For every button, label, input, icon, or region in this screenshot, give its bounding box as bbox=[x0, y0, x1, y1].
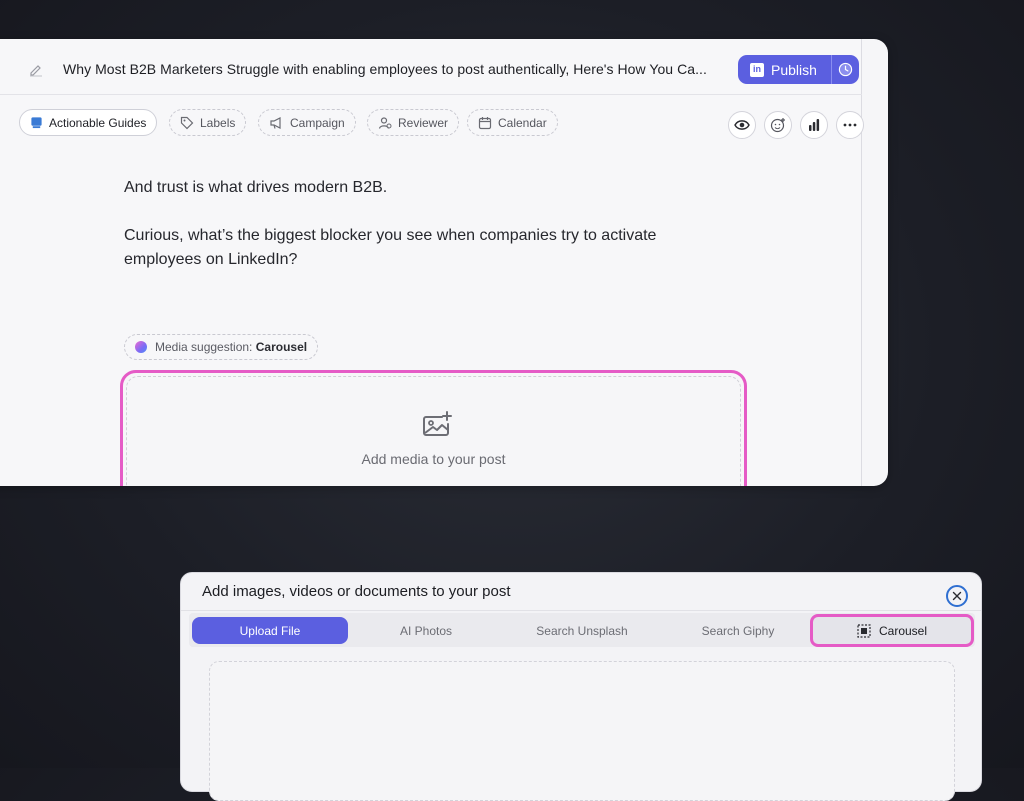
reviewer-icon bbox=[378, 116, 392, 129]
analytics-button[interactable] bbox=[800, 111, 828, 139]
chip-label: Calendar bbox=[498, 115, 547, 130]
chip-label: Actionable Guides bbox=[49, 115, 147, 130]
post-body-line[interactable]: Curious, what’s the biggest blocker you … bbox=[124, 224, 656, 248]
close-button[interactable] bbox=[946, 585, 968, 607]
schedule-icon[interactable] bbox=[832, 62, 859, 77]
calendar-chip[interactable]: Calendar bbox=[467, 109, 558, 136]
media-suggestion-prefix: Media suggestion: bbox=[155, 340, 253, 354]
post-editor-panel: Why Most B2B Marketers Struggle with ena… bbox=[0, 39, 888, 486]
campaign-chip[interactable]: Campaign bbox=[258, 109, 356, 136]
pen-icon bbox=[30, 65, 42, 77]
tab-label: Carousel bbox=[878, 623, 928, 638]
modal-header: Add images, videos or documents to your … bbox=[181, 573, 981, 611]
eye-icon bbox=[734, 120, 750, 130]
tab-label: Search Unsplash bbox=[536, 623, 628, 638]
post-editor-content: Why Most B2B Marketers Struggle with ena… bbox=[0, 39, 864, 486]
labels-chip[interactable]: Labels bbox=[169, 109, 247, 136]
add-media-modal: Add images, videos or documents to your … bbox=[180, 572, 982, 801]
add-image-icon bbox=[423, 411, 452, 436]
post-body-line[interactable]: And trust is what drives modern B2B. bbox=[124, 176, 387, 200]
tab-search-unsplash[interactable]: Search Unsplash bbox=[504, 617, 660, 644]
tag-icon bbox=[180, 116, 194, 129]
tab-label: Upload File bbox=[239, 623, 301, 638]
carousel-icon bbox=[857, 623, 871, 638]
linkedin-icon: in bbox=[750, 62, 764, 77]
media-suggestion-chip[interactable]: Media suggestion: Carousel bbox=[124, 334, 319, 360]
ai-suggestion-icon bbox=[135, 341, 147, 353]
media-suggestion-value: Carousel bbox=[255, 340, 308, 354]
publish-button[interactable]: in Publish bbox=[738, 55, 859, 84]
publish-main-action[interactable]: in Publish bbox=[738, 55, 832, 84]
chip-label: Campaign bbox=[290, 115, 345, 130]
media-suggestion-text: Media suggestion: Carousel bbox=[155, 340, 307, 354]
add-media-label: Add media to your post bbox=[361, 451, 506, 467]
reviewer-chip[interactable]: Reviewer bbox=[367, 109, 460, 136]
tab-carousel[interactable]: Carousel bbox=[810, 614, 974, 647]
upload-dropzone[interactable] bbox=[209, 661, 955, 801]
tab-search-giphy[interactable]: Search Giphy bbox=[660, 617, 816, 644]
editor-header: Why Most B2B Marketers Struggle with ena… bbox=[0, 39, 862, 95]
more-icon bbox=[843, 123, 857, 127]
add-reaction-button[interactable] bbox=[764, 111, 792, 139]
modal-title: Add images, videos or documents to your … bbox=[202, 583, 511, 600]
preview-button[interactable] bbox=[728, 111, 756, 139]
megaphone-icon bbox=[270, 116, 281, 129]
calendar-icon bbox=[478, 116, 492, 129]
tab-ai-photos[interactable]: AI Photos bbox=[348, 617, 504, 644]
emoji-add-icon bbox=[770, 118, 785, 133]
chip-label: Reviewer bbox=[398, 115, 449, 130]
publish-label: Publish bbox=[771, 61, 817, 78]
actionable-guides-chip[interactable]: Actionable Guides bbox=[19, 109, 158, 136]
chip-label: Labels bbox=[200, 115, 236, 130]
post-title[interactable]: Why Most B2B Marketers Struggle with ena… bbox=[63, 61, 731, 77]
book-icon bbox=[31, 117, 42, 129]
more-options-button[interactable] bbox=[836, 111, 864, 139]
tab-label: Search Giphy bbox=[701, 623, 775, 638]
editor-toolbar: Actionable Guides Labels Campaign Review… bbox=[0, 95, 864, 149]
close-icon bbox=[952, 591, 962, 601]
post-body-line[interactable]: employees on LinkedIn? bbox=[124, 248, 297, 272]
tab-label: AI Photos bbox=[399, 623, 453, 638]
tab-upload-file[interactable]: Upload File bbox=[192, 617, 348, 644]
add-media-dropzone[interactable]: Add media to your post bbox=[120, 370, 747, 486]
chart-icon bbox=[809, 119, 820, 131]
media-source-tabs: Upload File AI Photos Search Unsplash Se… bbox=[189, 613, 975, 647]
